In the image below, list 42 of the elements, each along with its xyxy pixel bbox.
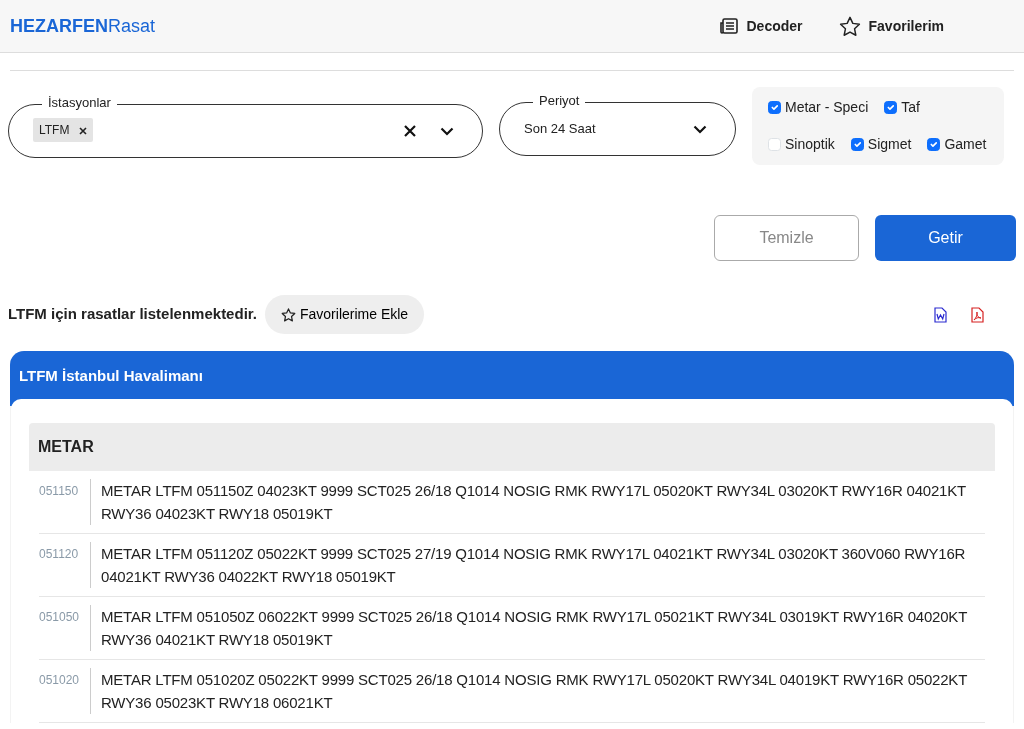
report-time: 051020 — [39, 667, 91, 714]
clear-button[interactable]: Temizle — [714, 215, 859, 261]
clear-icon[interactable] — [404, 125, 416, 137]
checkbox-label: Sigmet — [867, 135, 912, 154]
newspaper-icon — [720, 18, 739, 34]
chevron-down-icon[interactable] — [693, 124, 707, 134]
brand-logo[interactable]: HEZARFENRasat — [10, 12, 156, 40]
type-checkbox[interactable]: Taf — [884, 97, 920, 118]
checkbox[interactable] — [850, 138, 864, 151]
type-checkbox[interactable]: Sinoptik — [768, 134, 835, 155]
metar-report: METAR LTFM 051020Z 05022KT 9999 SCT025 26/18 Q1014 NOSIG RMK RWY17L 05020KT RWY34L 04019KT RWY16R 05022KT RWY36 05023KT RWY18 06021KT — [100, 669, 968, 713]
station-tag: LTFM — [33, 118, 93, 142]
checkbox-label: Gamet — [944, 135, 987, 154]
report-time: 051120 — [39, 541, 91, 588]
type-checkbox[interactable]: Sigmet — [850, 134, 912, 155]
type-checkbox[interactable]: Metar - Speci — [768, 97, 869, 118]
result-message: LTFM için rasatlar listelenmektedir. — [8, 304, 257, 325]
checkbox[interactable] — [884, 101, 898, 114]
pdf-file-icon[interactable] — [971, 306, 984, 323]
star-icon — [281, 307, 296, 322]
nav-link[interactable]: Favorilerim — [832, 14, 950, 38]
metar-report: METAR LTFM 051050Z 06022KT 9999 SCT025 26/18 Q1014 NOSIG RMK RWY17L 05021KT RWY34L 03019KT RWY16R 04020KT RWY36 04021KT RWY18 05019KT — [100, 606, 968, 650]
add-favorite-button[interactable]: Favorilerime Ekle — [265, 295, 425, 334]
checkbox-label: Metar - Speci — [785, 98, 869, 117]
checkbox-label: Sinoptik — [785, 135, 835, 154]
report-time: 051050 — [39, 604, 91, 651]
star-icon — [838, 15, 861, 37]
nav-link[interactable]: Decoder — [714, 14, 809, 38]
word-file-icon[interactable] — [934, 306, 947, 323]
report-time: 051150 — [39, 478, 91, 525]
field-label: İstasyonlar — [42, 94, 117, 112]
chevron-down-icon[interactable] — [440, 126, 454, 136]
metar-report: METAR LTFM 051120Z 05022KT 9999 SCT025 27/19 Q1014 NOSIG RMK RWY17L 04021KT RWY34L 03020KT 360V060 RWY16R 04021KT RWY36 04022KT RWY18 05019KT — [100, 543, 967, 587]
fetch-button[interactable]: Getir — [875, 215, 1016, 261]
metar-report: METAR LTFM 051150Z 04023KT 9999 SCT025 26/18 Q1014 NOSIG RMK RWY17L 05020KT RWY34L 03020KT RWY16R 04021KT RWY36 04023KT RWY18 05019KT — [100, 480, 967, 524]
checkbox-label: Taf — [901, 98, 920, 117]
checkbox[interactable] — [927, 138, 941, 151]
select-value: Son 24 Saat — [523, 120, 597, 139]
close-icon[interactable] — [78, 126, 87, 135]
type-checkbox[interactable]: Gamet — [927, 134, 987, 155]
checkbox[interactable] — [768, 101, 781, 114]
section-title: METAR — [29, 422, 995, 471]
